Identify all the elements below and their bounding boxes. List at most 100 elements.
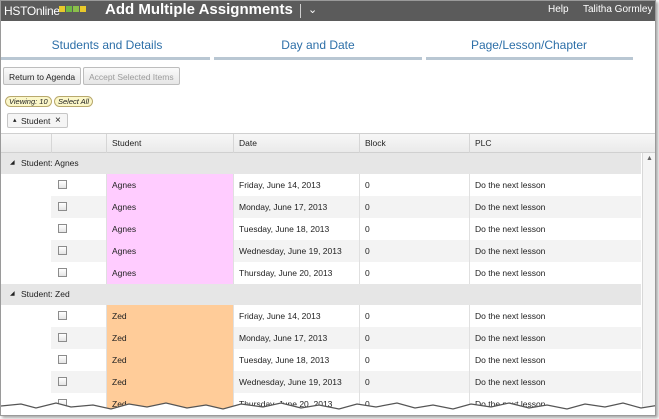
group-chip-label: Student xyxy=(21,116,51,126)
page-title: Add Multiple Assignments xyxy=(105,1,293,18)
title-divider xyxy=(300,4,301,18)
cell-date[interactable]: Friday, June 14, 2013 xyxy=(233,305,359,327)
cell-student[interactable]: Zed xyxy=(106,371,233,393)
cell-block[interactable]: 0 xyxy=(359,349,469,371)
cell-plc[interactable]: Do the next lesson xyxy=(469,218,641,240)
group-row[interactable]: ◢ Student: Zed xyxy=(1,284,641,305)
tab-underline-plc xyxy=(426,57,633,60)
cell-plc[interactable]: Do the next lesson xyxy=(469,305,641,327)
tab-students-and-details[interactable]: Students and Details xyxy=(7,38,207,52)
cell-block[interactable]: 0 xyxy=(359,327,469,349)
group-label: Student: Agnes xyxy=(21,158,79,168)
accept-selected-items-button[interactable]: Accept Selected Items xyxy=(83,67,180,85)
cell-date[interactable]: Friday, June 14, 2013 xyxy=(233,174,359,196)
cell-date[interactable]: Wednesday, June 19, 2013 xyxy=(233,240,359,262)
header-date[interactable]: Date xyxy=(233,134,359,153)
collapse-triangle-icon[interactable]: ◢ xyxy=(10,284,15,305)
cell-student[interactable]: Agnes xyxy=(106,174,233,196)
sort-caret-icon: ▴ xyxy=(13,117,17,124)
cell-student[interactable]: Zed xyxy=(106,327,233,349)
cell-plc[interactable]: Do the next lesson xyxy=(469,349,641,371)
table-row[interactable]: Agnes Wednesday, June 19, 2013 0 Do the nex… xyxy=(1,240,641,262)
viewing-count-badge: Viewing: 10 xyxy=(5,96,52,107)
table-row[interactable]: Zed Wednesday, June 19, 2013 0 Do the next … xyxy=(1,371,641,393)
group-by-student-chip[interactable]: ▴ Student × xyxy=(7,113,68,128)
row-checkbox[interactable] xyxy=(58,180,67,189)
select-all-link[interactable]: Select All xyxy=(54,96,93,107)
cell-student[interactable]: Zed xyxy=(106,305,233,327)
tab-day-and-date[interactable]: Day and Date xyxy=(218,38,418,52)
table-row[interactable]: Agnes Thursday, June 20, 2013 0 Do the next… xyxy=(1,262,641,284)
row-checkbox[interactable] xyxy=(58,202,67,211)
cell-student[interactable]: Agnes xyxy=(106,240,233,262)
cell-block[interactable]: 0 xyxy=(359,371,469,393)
row-checkbox[interactable] xyxy=(58,355,67,364)
tab-underline-students xyxy=(1,57,210,60)
row-indent xyxy=(1,371,51,393)
row-checkbox[interactable] xyxy=(58,333,67,342)
tab-underline-day xyxy=(214,57,422,60)
group-label: Student: Zed xyxy=(21,289,70,299)
grid-header: Student Date Block PLC xyxy=(1,133,655,153)
logo-squares-icon xyxy=(59,6,86,12)
header-select xyxy=(51,134,106,153)
row-indent xyxy=(1,174,51,196)
cell-block[interactable]: 0 xyxy=(359,196,469,218)
row-indent xyxy=(1,327,51,349)
chevron-down-icon[interactable]: ⌄ xyxy=(308,3,317,16)
cell-student[interactable]: Agnes xyxy=(106,262,233,284)
cell-student[interactable]: Agnes xyxy=(106,218,233,240)
scroll-up-arrow-icon[interactable]: ▲ xyxy=(646,155,653,162)
row-indent xyxy=(1,305,51,327)
table-row[interactable]: Agnes Friday, June 14, 2013 0 Do the next l… xyxy=(1,174,641,196)
row-indent xyxy=(1,349,51,371)
tab-page-lesson-chapter[interactable]: Page/Lesson/Chapter xyxy=(429,38,629,52)
row-checkbox[interactable] xyxy=(58,224,67,233)
group-row[interactable]: ◢ Student: Agnes xyxy=(1,153,641,174)
cell-student[interactable]: Zed xyxy=(106,349,233,371)
cell-plc[interactable]: Do the next lesson xyxy=(469,240,641,262)
table-row[interactable]: Agnes Tuesday, June 18, 2013 0 Do the next … xyxy=(1,218,641,240)
row-checkbox[interactable] xyxy=(58,246,67,255)
cell-student[interactable]: Agnes xyxy=(106,196,233,218)
row-checkbox[interactable] xyxy=(58,377,67,386)
row-indent xyxy=(1,240,51,262)
top-bar: HSTOnline Add Multiple Assignments ⌄ Hel… xyxy=(1,1,655,21)
row-checkbox[interactable] xyxy=(58,311,67,320)
collapse-triangle-icon[interactable]: ◢ xyxy=(10,153,15,174)
table-row[interactable]: Agnes Monday, June 17, 2013 0 Do the next l… xyxy=(1,196,641,218)
vertical-scrollbar[interactable]: ▲ xyxy=(642,153,655,415)
table-row[interactable]: Zed Tuesday, June 18, 2013 0 Do the next le… xyxy=(1,349,641,371)
header-plc[interactable]: PLC xyxy=(469,134,641,153)
cell-block[interactable]: 0 xyxy=(359,305,469,327)
cell-date[interactable]: Tuesday, June 18, 2013 xyxy=(233,349,359,371)
cell-plc[interactable]: Do the next lesson xyxy=(469,174,641,196)
cell-plc[interactable]: Do the next lesson xyxy=(469,262,641,284)
cell-date[interactable]: Monday, June 17, 2013 xyxy=(233,196,359,218)
return-to-agenda-button[interactable]: Return to Agenda xyxy=(3,67,82,85)
cell-block[interactable]: 0 xyxy=(359,262,469,284)
row-indent xyxy=(1,196,51,218)
header-block[interactable]: Block xyxy=(359,134,469,153)
cell-plc[interactable]: Do the next lesson xyxy=(469,371,641,393)
close-icon[interactable]: × xyxy=(55,114,61,128)
cell-date[interactable]: Wednesday, June 19, 2013 xyxy=(233,371,359,393)
cell-date[interactable]: Thursday, June 20, 2013 xyxy=(233,262,359,284)
row-checkbox[interactable] xyxy=(58,268,67,277)
cell-plc[interactable]: Do the next lesson xyxy=(469,196,641,218)
row-indent xyxy=(1,262,51,284)
cell-date[interactable]: Monday, June 17, 2013 xyxy=(233,327,359,349)
table-row[interactable]: Zed Friday, June 14, 2013 0 Do the next les… xyxy=(1,305,641,327)
table-row[interactable]: Zed Monday, June 17, 2013 0 Do the next les… xyxy=(1,327,641,349)
cell-block[interactable]: 0 xyxy=(359,174,469,196)
cell-date[interactable]: Tuesday, June 18, 2013 xyxy=(233,218,359,240)
cell-plc[interactable]: Do the next lesson xyxy=(469,327,641,349)
row-indent xyxy=(1,218,51,240)
hstonline-logo[interactable]: HSTOnline xyxy=(4,4,60,18)
header-student[interactable]: Student xyxy=(106,134,233,153)
cell-block[interactable]: 0 xyxy=(359,240,469,262)
user-menu[interactable]: Talitha Gormley xyxy=(583,4,652,15)
help-link[interactable]: Help xyxy=(548,4,569,15)
cell-block[interactable]: 0 xyxy=(359,218,469,240)
app-window: HSTOnline Add Multiple Assignments ⌄ Hel… xyxy=(0,0,656,416)
